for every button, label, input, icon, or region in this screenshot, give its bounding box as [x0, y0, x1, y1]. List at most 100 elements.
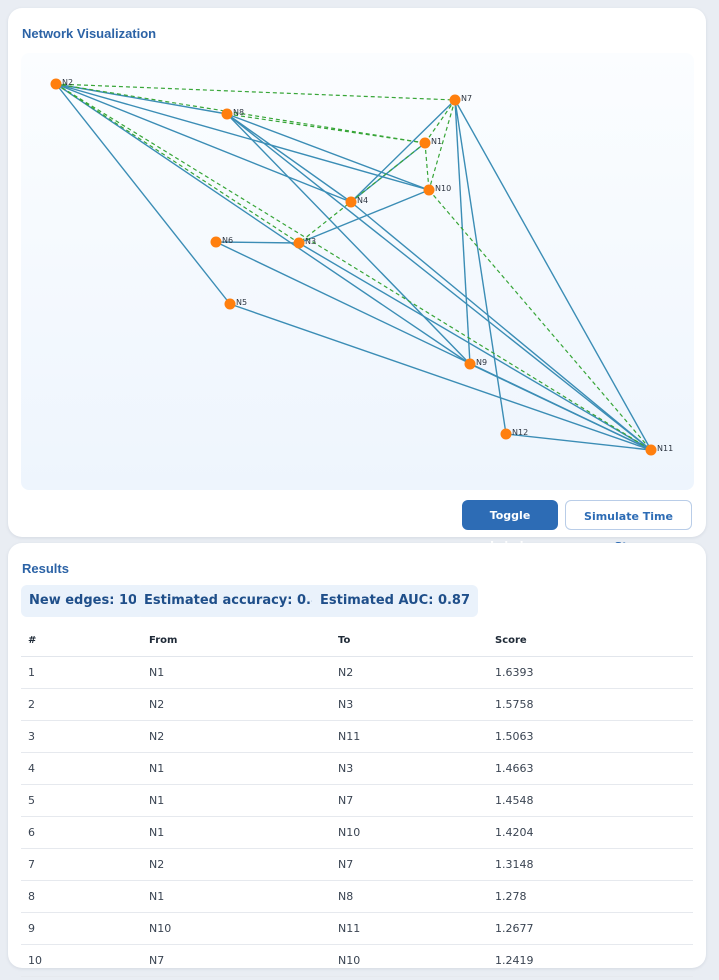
column-header-from: From [148, 625, 337, 657]
from-cell: N10 [148, 912, 337, 945]
network-graph-svg[interactable]: N2 N7 N8 N1 N10 N4 N6 N3 N5 N9 N12 N11 [21, 53, 694, 490]
to-cell: N2 [337, 656, 494, 689]
edge-N7-N9 [454, 99, 471, 365]
new-edges-metric: New edges: 10 [21, 585, 146, 617]
toggle-labels-button[interactable]: Toggle Labels [462, 500, 558, 552]
from-cell: N7 [148, 944, 337, 977]
node-N11[interactable] [645, 444, 657, 456]
score-cell: 1.6393 [494, 656, 693, 689]
edge-N4-N11 [350, 201, 652, 451]
node-N6[interactable] [210, 236, 222, 248]
rank-cell: 4 [21, 752, 148, 785]
to-cell: N8 [337, 880, 494, 913]
node-label-N6: N6 [222, 236, 233, 245]
node-label-N2: N2 [62, 78, 73, 87]
node-N1[interactable] [419, 137, 431, 149]
score-cell: 1.5063 [494, 720, 693, 753]
rank-cell: 10 [21, 944, 148, 977]
network-visualization-panel: Network Visualization N2 N7 N8 N1 N10 N4 N6 N3 N… [8, 8, 706, 553]
from-cell: N2 [148, 688, 337, 721]
auc-metric: Estimated AUC: 0.87 [312, 585, 479, 617]
table-row: 4 N1 N3 1.4663 [21, 752, 693, 785]
to-cell: N7 [337, 784, 494, 817]
table-row: 2 N2 N3 1.5758 [21, 688, 693, 721]
node-label-N7: N7 [461, 94, 472, 103]
node-N3[interactable] [293, 237, 305, 249]
score-cell: 1.4663 [494, 752, 693, 785]
node-N10[interactable] [423, 184, 435, 196]
from-cell: N2 [148, 848, 337, 881]
from-cell: N1 [148, 656, 337, 689]
to-cell: N3 [337, 688, 494, 721]
rank-cell: 5 [21, 784, 148, 817]
edge-N8-N11 [226, 113, 652, 451]
table-row: 7 N2 N7 1.3148 [21, 848, 693, 881]
rank-cell: 7 [21, 848, 148, 881]
node-N8[interactable] [221, 108, 233, 120]
table-row: 1 N1 N2 1.6393 [21, 656, 693, 689]
edge-N7-N12 [454, 99, 507, 435]
from-cell: N1 [148, 752, 337, 785]
edge-N7-N11 [454, 99, 652, 451]
score-cell: 1.3148 [494, 848, 693, 881]
table-header-row: # From To Score [21, 625, 693, 657]
predicted-edge-N2-N11 [55, 83, 652, 451]
node-N2[interactable] [50, 78, 62, 90]
rank-cell: 6 [21, 816, 148, 849]
column-header-rank: # [21, 625, 148, 657]
rank-cell: 8 [21, 880, 148, 913]
node-label-N12: N12 [512, 428, 528, 437]
node-N4[interactable] [345, 196, 357, 208]
predicted-edge-N2-N3 [55, 83, 300, 244]
table-row: 3 N2 N11 1.5063 [21, 720, 693, 753]
node-N9[interactable] [464, 358, 476, 370]
score-cell: 1.2419 [494, 944, 693, 977]
score-cell: 1.2677 [494, 912, 693, 945]
node-label-N9: N9 [476, 358, 487, 367]
rank-cell: 1 [21, 656, 148, 689]
from-cell: N2 [148, 720, 337, 753]
predicted-edges-table: # From To Score 1 N1 N2 1.6393 2 N2 N3 1.5758 … [21, 625, 693, 977]
node-N12[interactable] [500, 428, 512, 440]
node-label-N11: N11 [657, 444, 673, 453]
from-cell: N1 [148, 880, 337, 913]
predicted-edge-N2-N7 [55, 83, 456, 101]
column-header-score: Score [494, 625, 693, 657]
edge-N2-N9 [55, 83, 471, 365]
edge-N2-N8 [55, 83, 228, 115]
node-N7[interactable] [449, 94, 461, 106]
to-cell: N3 [337, 752, 494, 785]
to-cell: N10 [337, 816, 494, 849]
edge-N2-N5 [55, 83, 231, 305]
score-cell: 1.4548 [494, 784, 693, 817]
rank-cell: 3 [21, 720, 148, 753]
column-header-to: To [337, 625, 494, 657]
table-row: 8 N1 N8 1.278 [21, 880, 693, 913]
simulate-time-step-button[interactable]: Simulate Time Step [565, 500, 692, 553]
score-cell: 1.4204 [494, 816, 693, 849]
table-row: 10 N7 N10 1.2419 [21, 944, 693, 977]
accuracy-metric: Estimated accuracy: 0.80 [136, 585, 338, 617]
table-row: 9 N10 N11 1.2677 [21, 912, 693, 945]
results-panel: Results New edges: 10 Estimated accuracy… [8, 543, 706, 977]
predicted-edge-N1-N8 [226, 113, 426, 144]
visualization-title: Network Visualization [22, 26, 157, 41]
to-cell: N10 [337, 944, 494, 977]
edge-N8-N10 [226, 113, 430, 191]
rank-cell: 9 [21, 912, 148, 945]
node-label-N10: N10 [435, 184, 451, 193]
node-label-N1: N1 [431, 137, 442, 146]
score-cell: 1.5758 [494, 688, 693, 721]
network-graph[interactable]: N2 N7 N8 N1 N10 N4 N6 N3 N5 N9 N12 N11 [21, 53, 694, 490]
table-row: 5 N1 N7 1.4548 [21, 784, 693, 817]
score-cell: 1.278 [494, 880, 693, 913]
from-cell: N1 [148, 816, 337, 849]
node-label-N4: N4 [357, 196, 368, 205]
rank-cell: 2 [21, 688, 148, 721]
node-N5[interactable] [224, 298, 236, 310]
from-cell: N1 [148, 784, 337, 817]
edge-N2-N10 [55, 83, 430, 191]
table-row: 6 N1 N10 1.4204 [21, 816, 693, 849]
node-label-N8: N8 [233, 108, 244, 117]
node-label-N5: N5 [236, 298, 247, 307]
